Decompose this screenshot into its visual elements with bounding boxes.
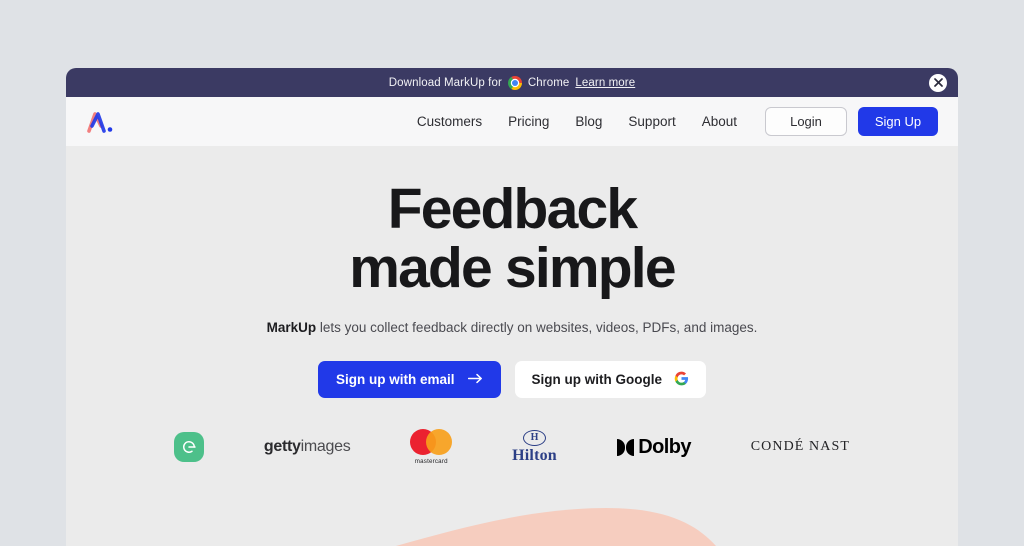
client-logo-mastercard: mastercard [410,424,453,470]
gettyimages-wordmark: gettyimages [264,438,351,456]
gettyimages-bold: getty [263,438,301,455]
gettyimages-light: images [300,438,351,455]
nav-item-about[interactable]: About [702,114,737,129]
google-icon [674,371,689,389]
navigation-bar: Customers Pricing Blog Support About Log… [66,97,958,146]
promo-banner-content: Download MarkUp for Chrome Learn more [388,75,635,90]
nav-buttons: Login Sign Up [765,107,938,136]
chrome-icon [507,75,522,90]
pink-blob-decoration [396,508,716,546]
hero-subtitle-brand: MarkUp [266,320,317,336]
conde-nast-wordmark: CONDÉ NAST [750,439,850,454]
learn-more-link[interactable]: Learn more [575,77,635,89]
client-logo-dolby: Dolby [616,424,691,470]
page-title-line-2: made simple [349,235,676,300]
page-title-line-1: Feedback [387,177,638,241]
signup-with-email-label: Sign up with email [335,372,455,388]
nav-item-support[interactable]: Support [628,114,675,129]
dolby-wordmark: Dolby [638,435,691,458]
promo-banner: Download MarkUp for Chrome Learn more [66,68,958,97]
arrow-right-icon [467,372,483,387]
hilton-wordmark: Hilton [512,446,557,464]
dolby-double-d-icon [616,438,635,456]
signup-with-google-button[interactable]: Sign up with Google [514,361,706,399]
client-logo-strip: gettyimages mastercard H Hilton Dolby CO… [66,424,958,470]
signup-with-email-button[interactable]: Sign up with email [317,361,501,399]
hero-subtitle-text: lets you collect feedback directly on we… [316,320,758,336]
nav-item-customers[interactable]: Customers [417,114,482,129]
nav-item-blog[interactable]: Blog [575,114,602,129]
client-logo-conde-nast: CONDÉ NAST [751,424,850,470]
mastercard-mark: mastercard [410,429,453,465]
signup-with-google-label: Sign up with Google [531,372,663,388]
cta-row: Sign up with email Sign up with Google [66,361,958,399]
close-icon[interactable] [929,73,947,92]
nav-item-pricing[interactable]: Pricing [508,114,549,129]
nav-links: Customers Pricing Blog Support About [417,114,737,129]
mastercard-circles [410,429,453,455]
client-logo-hilton: H Hilton [512,424,557,470]
hilton-emblem-icon: H [523,429,547,446]
signup-button[interactable]: Sign Up [858,107,938,136]
hero-subtitle: MarkUp lets you collect feedback directl… [66,320,958,335]
promo-banner-text: Download MarkUp for [388,76,502,89]
markup-logo-icon[interactable] [84,109,124,135]
godaddy-icon [174,432,204,462]
browser-window: Download MarkUp for Chrome Learn more Cu… [66,68,958,546]
promo-banner-chrome-label: Chrome [527,76,570,89]
mastercard-wordmark: mastercard [414,458,448,465]
client-logo-gettyimages: gettyimages [264,424,351,470]
mastercard-circle-yellow [426,429,453,455]
login-button[interactable]: Login [765,107,847,136]
hero-section: Feedback made simple MarkUp lets you col… [66,146,958,546]
page-title: Feedback made simple [66,146,958,297]
client-logo-godaddy [174,424,204,470]
